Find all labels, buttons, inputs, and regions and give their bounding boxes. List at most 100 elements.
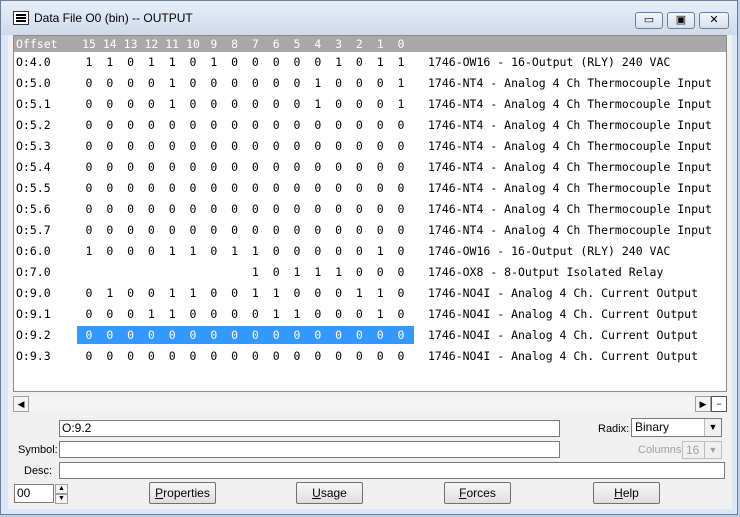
bit-cell[interactable]: 1 — [245, 265, 265, 279]
bit-cell[interactable]: 0 — [183, 55, 203, 69]
bit-cell[interactable]: 0 — [121, 202, 141, 216]
bit-cell[interactable]: 0 — [141, 202, 161, 216]
bit-cell[interactable]: 0 — [308, 286, 328, 300]
close-button[interactable]: ✕ — [699, 12, 729, 29]
bit-cell[interactable]: 1 — [287, 265, 307, 279]
data-table[interactable]: Offset 15 14 13 12 11 10 9 8 7 6 5 4 3 2 1 0 O:4.0 1 1 0 1 1… — [13, 35, 727, 392]
table-row[interactable]: O:5.3 0 0 0 0 0 0 0 0 0 0 0 0 0 0 0 0 1746-NT4 - Analog 4… — [14, 136, 726, 157]
bit-cell[interactable]: 0 — [225, 160, 245, 174]
bit-cell[interactable]: 0 — [225, 55, 245, 69]
bit-cell[interactable]: 0 — [183, 328, 203, 342]
bit-cell[interactable]: 0 — [308, 139, 328, 153]
bit-cell[interactable]: 0 — [79, 160, 99, 174]
table-row[interactable]: O:9.2 0 0 0 0 0 0 0 0 0 0 0 0 0 0 0 0 1746-NO4I - Analog … — [14, 325, 726, 346]
bit-cell[interactable]: 0 — [245, 97, 265, 111]
bit-cell[interactable]: 0 — [121, 97, 141, 111]
help-button[interactable]: Help — [593, 482, 660, 504]
bit-cell[interactable]: 0 — [100, 244, 120, 258]
symbol-field[interactable] — [59, 441, 560, 458]
bit-cell[interactable]: 0 — [245, 328, 265, 342]
bit-cell[interactable]: 0 — [100, 328, 120, 342]
bit-cell[interactable]: 0 — [245, 223, 265, 237]
bit-cell[interactable]: 0 — [79, 223, 99, 237]
bit-cell[interactable]: 1 — [100, 286, 120, 300]
bit-cell[interactable]: 0 — [329, 97, 349, 111]
properties-button[interactable]: Properties — [149, 482, 216, 504]
bit-cell[interactable]: 0 — [308, 118, 328, 132]
bit-cell[interactable]: 1 — [287, 307, 307, 321]
bit-cell[interactable]: 0 — [204, 118, 224, 132]
bit-cell[interactable]: 0 — [370, 76, 390, 90]
bit-cell[interactable]: 1 — [162, 76, 182, 90]
bit-cell[interactable]: 0 — [329, 202, 349, 216]
bit-cell[interactable]: 0 — [225, 307, 245, 321]
bit-cell[interactable]: 0 — [79, 286, 99, 300]
bit-cell[interactable]: 1 — [79, 55, 99, 69]
bit-cell[interactable]: 0 — [349, 244, 369, 258]
table-row[interactable]: O:5.2 0 0 0 0 0 0 0 0 0 0 0 0 0 0 0 0 1746-NT4 - Analog 4… — [14, 115, 726, 136]
bit-cell[interactable]: 0 — [391, 223, 411, 237]
bit-cell[interactable]: 0 — [370, 139, 390, 153]
bit-cell[interactable]: 1 — [245, 286, 265, 300]
bit-cell[interactable]: 0 — [183, 118, 203, 132]
bit-cell[interactable]: 0 — [329, 286, 349, 300]
bit-cell[interactable]: 0 — [100, 181, 120, 195]
scroll-right-button[interactable]: ▶ — [695, 396, 711, 412]
table-row[interactable]: O:5.7 0 0 0 0 0 0 0 0 0 0 0 0 0 0 0 0 1746-NT4 - Analog 4… — [14, 220, 726, 241]
bit-cell[interactable]: 0 — [349, 160, 369, 174]
bit-cell[interactable]: 0 — [266, 244, 286, 258]
bit-cell[interactable]: 0 — [204, 307, 224, 321]
bit-cell[interactable]: 0 — [162, 223, 182, 237]
table-row[interactable]: O:6.0 1 0 0 0 1 1 0 1 1 0 0 0 0 0 1 0 1746-OW16 - 16-Outp… — [14, 241, 726, 262]
bit-cell[interactable]: 0 — [329, 244, 349, 258]
table-row[interactable]: O:5.0 0 0 0 0 1 0 0 0 0 0 0 1 0 0 0 1 1746-NT4 - Analog 4… — [14, 73, 726, 94]
bit-cell[interactable]: 0 — [287, 139, 307, 153]
bit-cell[interactable]: 0 — [349, 307, 369, 321]
bit-cell[interactable]: 0 — [121, 181, 141, 195]
bit-cell[interactable]: 0 — [329, 160, 349, 174]
bit-cell[interactable]: 0 — [79, 97, 99, 111]
bit-cell[interactable]: 0 — [204, 328, 224, 342]
bit-cell[interactable]: 0 — [183, 160, 203, 174]
bit-cell[interactable]: 0 — [329, 307, 349, 321]
bit-cell[interactable]: 0 — [162, 118, 182, 132]
bit-cell[interactable]: 0 — [287, 76, 307, 90]
bit-cell[interactable]: 1 — [183, 286, 203, 300]
bit-cell[interactable]: 0 — [183, 223, 203, 237]
bit-cell[interactable]: 0 — [121, 307, 141, 321]
bit-cell[interactable]: 0 — [391, 118, 411, 132]
bit-cell[interactable]: 0 — [141, 181, 161, 195]
bit-cell[interactable]: 0 — [349, 97, 369, 111]
bit-cell[interactable]: 0 — [79, 202, 99, 216]
bit-cell[interactable]: 1 — [204, 55, 224, 69]
bit-cell[interactable]: 1 — [100, 55, 120, 69]
bit-cell[interactable]: 0 — [308, 160, 328, 174]
bit-cell[interactable]: 0 — [391, 202, 411, 216]
bit-cell[interactable]: 0 — [266, 202, 286, 216]
bit-cell[interactable]: 1 — [162, 97, 182, 111]
bit-cell[interactable]: 0 — [287, 286, 307, 300]
bit-cell[interactable]: 0 — [141, 286, 161, 300]
bit-cell[interactable]: 0 — [245, 307, 265, 321]
bit-cell[interactable]: 1 — [370, 307, 390, 321]
bit-cell[interactable]: 0 — [183, 307, 203, 321]
bit-cell[interactable]: 0 — [266, 349, 286, 363]
title-bar[interactable]: Data File O0 (bin) -- OUTPUT ▭ ▣ ✕ — [1, 1, 737, 35]
bit-cell[interactable]: 1 — [370, 55, 390, 69]
bit-cell[interactable]: 0 — [204, 160, 224, 174]
bit-cell[interactable]: 0 — [266, 118, 286, 132]
bit-cell[interactable]: 0 — [349, 223, 369, 237]
bit-cell[interactable]: 0 — [100, 76, 120, 90]
bit-cell[interactable]: 1 — [162, 55, 182, 69]
bit-cell[interactable]: 0 — [391, 328, 411, 342]
bit-cell[interactable]: 1 — [391, 97, 411, 111]
bit-cell[interactable]: 0 — [329, 139, 349, 153]
horizontal-scrollbar[interactable]: ◀ ▶ − — [13, 395, 727, 413]
bit-cell[interactable]: 0 — [370, 223, 390, 237]
bit-cell[interactable]: 0 — [391, 265, 411, 279]
bit-cell[interactable]: 0 — [329, 223, 349, 237]
bit-cell[interactable]: 0 — [329, 181, 349, 195]
bit-cell[interactable]: 0 — [183, 349, 203, 363]
bit-cell[interactable]: 0 — [79, 328, 99, 342]
bit-cell[interactable]: 0 — [225, 349, 245, 363]
